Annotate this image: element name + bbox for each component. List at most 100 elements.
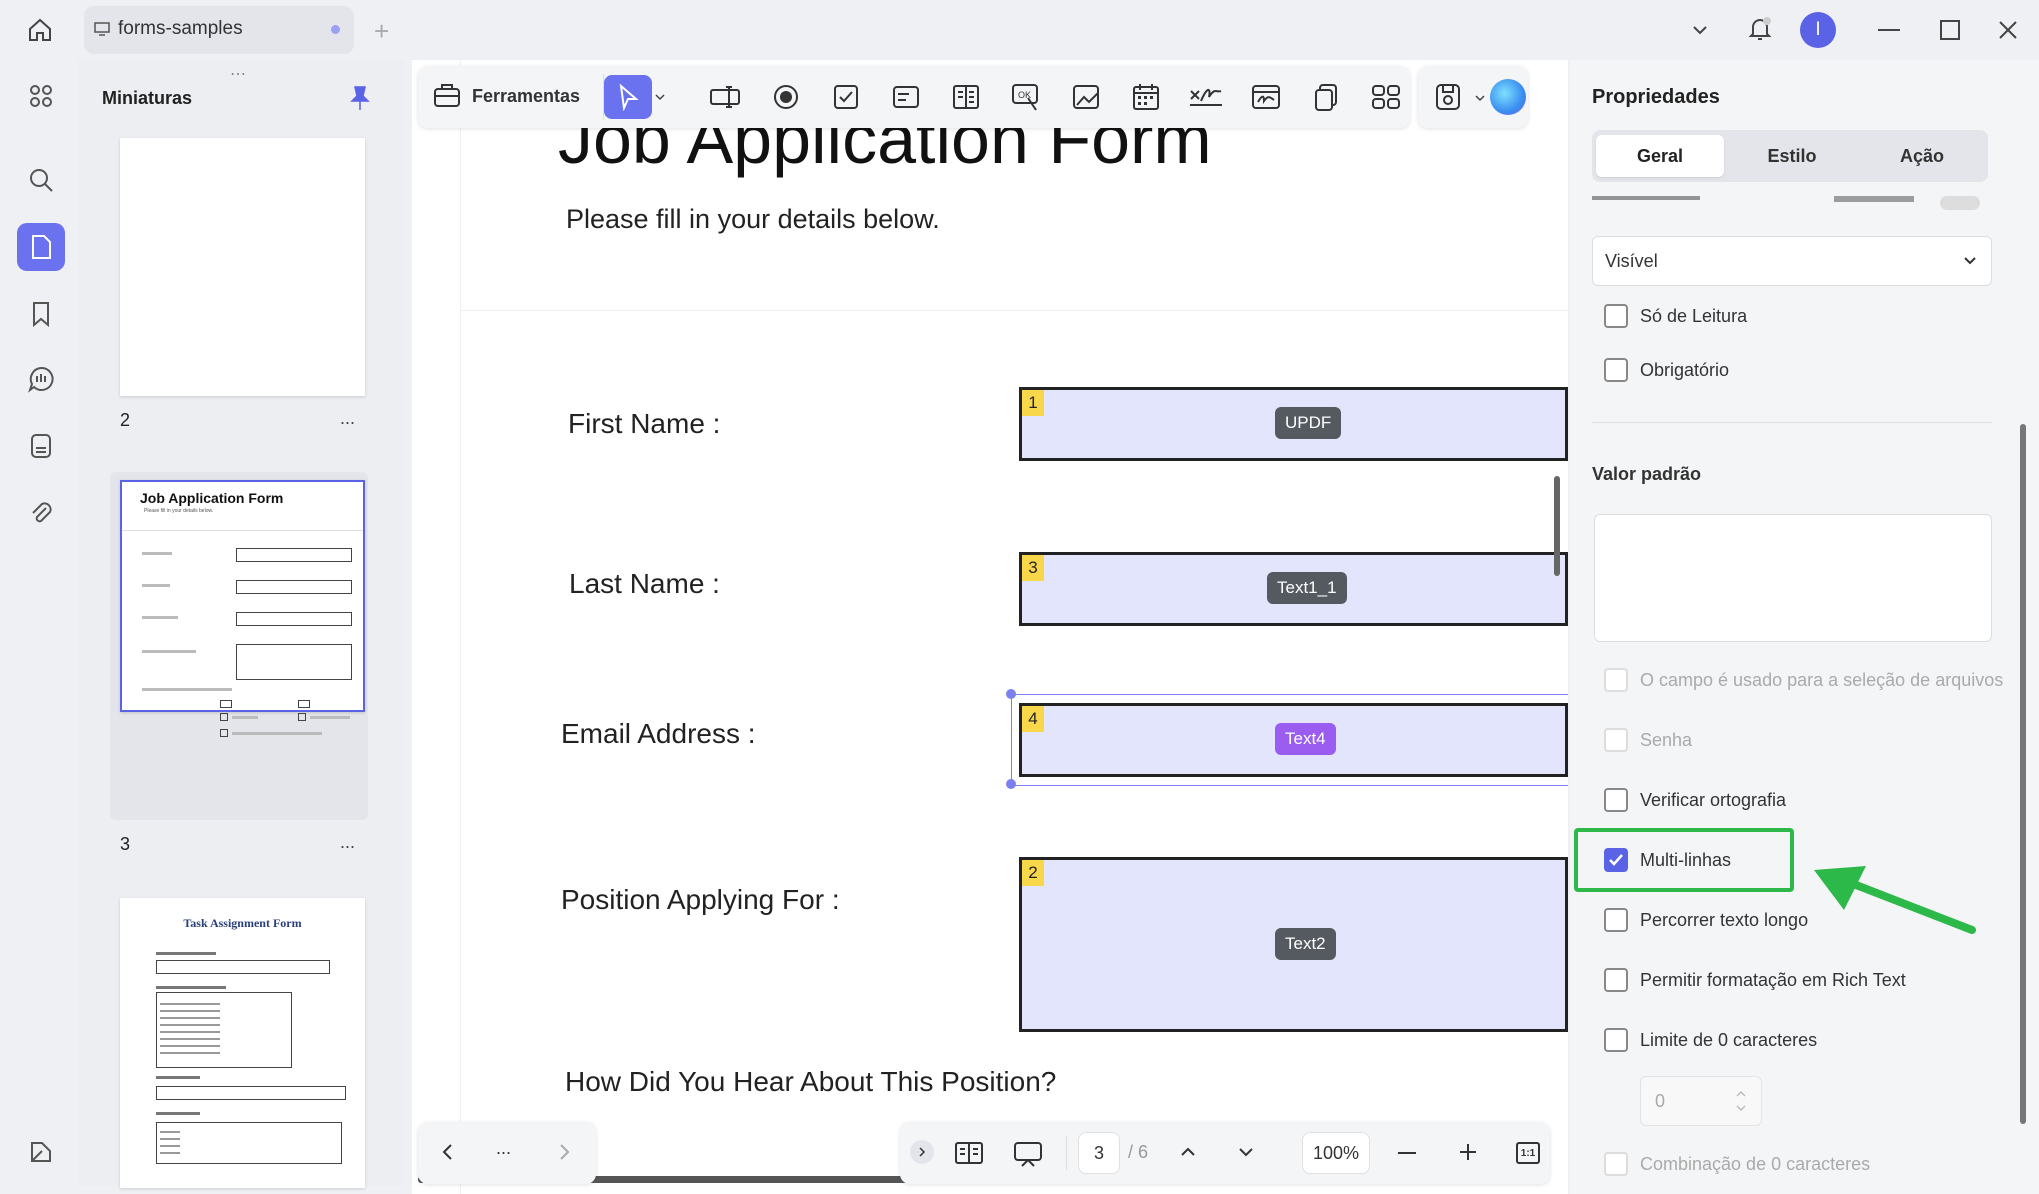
rich-text-label: Permitir formatação em Rich Text [1640, 970, 1906, 990]
thumbnail-page-2[interactable] [120, 138, 365, 396]
search-icon[interactable] [17, 156, 65, 204]
chevron-down-icon[interactable] [1236, 1142, 1256, 1162]
actual-size-icon[interactable]: 1:1 [1516, 1142, 1540, 1164]
text-field-email[interactable]: 4 Text4 [1019, 703, 1568, 777]
spell-check-checkbox[interactable] [1604, 788, 1628, 812]
bookmark-icon[interactable] [17, 290, 65, 338]
pin-icon[interactable] [348, 84, 372, 112]
tab-action[interactable]: Ação [1858, 135, 1986, 177]
copy-tool-icon[interactable] [1304, 75, 1348, 119]
selection-handle[interactable] [1006, 689, 1016, 699]
password-checkbox[interactable] [1604, 728, 1628, 752]
image-tool-icon[interactable] [1064, 75, 1108, 119]
rich-text-checkbox[interactable] [1604, 968, 1628, 992]
tab-style[interactable]: Estilo [1728, 135, 1856, 177]
date-tool-icon[interactable] [1124, 75, 1168, 119]
thumbnail-label: 2 [120, 410, 131, 430]
multiline-checkbox[interactable] [1604, 848, 1628, 872]
chevron-left-icon[interactable] [440, 1142, 454, 1162]
list-box-tool-icon[interactable] [944, 75, 988, 119]
stepper-arrows-icon[interactable] [1735, 1087, 1747, 1115]
document-scrollbar[interactable] [1554, 476, 1560, 576]
tools-label: Ferramentas [472, 86, 581, 106]
field-name-chip: Text4 [1275, 723, 1336, 755]
close-icon[interactable] [1996, 18, 2020, 42]
field-name-chip: Text2 [1275, 928, 1336, 960]
arrow-annotation-icon [1808, 862, 1980, 940]
thumbnails-icon[interactable] [17, 223, 65, 271]
unsaved-dot-icon [331, 25, 340, 34]
apps-grid-icon[interactable] [17, 72, 65, 120]
combo-box-tool-icon[interactable] [884, 75, 928, 119]
attachment-icon[interactable] [17, 488, 65, 536]
save-icon[interactable] [1434, 82, 1462, 112]
required-checkbox[interactable] [1604, 358, 1628, 382]
field-name-chip: UPDF [1275, 407, 1342, 439]
char-limit-value: 0 [1655, 1091, 1666, 1111]
comb-label: Combinação de 0 caracteres [1640, 1154, 1871, 1174]
thumbnail-page-4[interactable]: Task Assignment Form [120, 898, 365, 1188]
readonly-checkbox[interactable] [1604, 304, 1628, 328]
button-tool-icon[interactable]: OK [1004, 75, 1048, 119]
thumbnail-more-button[interactable]: ... [340, 832, 355, 853]
toggle-switch[interactable] [1940, 196, 1980, 210]
scroll-long-text-checkbox[interactable] [1604, 908, 1628, 932]
field-order-badge: 3 [1022, 555, 1044, 581]
document-subtitle: Please fill in your details below. [566, 204, 940, 234]
notification-bell-icon[interactable] [1744, 12, 1776, 46]
visibility-select[interactable]: Visível [1592, 236, 1992, 286]
comb-checkbox[interactable] [1604, 1152, 1628, 1176]
char-limit-stepper[interactable]: 0 [1640, 1076, 1762, 1126]
thumbnail-label: 3 [120, 834, 131, 854]
tab-general[interactable]: Geral [1596, 135, 1724, 177]
collapse-arrow-icon[interactable] [910, 1140, 934, 1164]
home-icon[interactable] [20, 12, 60, 48]
new-tab-icon[interactable]: + [374, 16, 389, 47]
default-value-textarea[interactable] [1594, 514, 1992, 642]
field-order-badge: 1 [1022, 390, 1044, 416]
chevron-down-icon [1963, 255, 1977, 267]
digital-signature-tool-icon[interactable] [1244, 75, 1288, 119]
page-layout-icon[interactable] [954, 1140, 984, 1166]
zoom-level[interactable]: 100% [1302, 1132, 1370, 1174]
zoom-out-icon[interactable] [1398, 1152, 1416, 1154]
form-toolbar: Ferramentas OK [418, 66, 1410, 128]
question-label: How Did You Hear About This Position? [565, 1066, 1057, 1097]
select-tool-icon[interactable] [604, 75, 652, 119]
readonly-label: Só de Leitura [1640, 306, 1748, 326]
char-limit-checkbox[interactable] [1604, 1028, 1628, 1052]
chevron-right-icon[interactable] [558, 1142, 572, 1162]
theme-toggle-icon[interactable] [17, 1128, 65, 1176]
chevron-down-icon[interactable] [1684, 14, 1716, 46]
page-number-input[interactable]: 3 [1078, 1132, 1120, 1174]
more-tools-grid-icon[interactable] [1364, 75, 1408, 119]
user-avatar[interactable]: I [1800, 12, 1836, 48]
text-field-tool-icon[interactable] [704, 75, 748, 119]
file-select-checkbox[interactable] [1604, 668, 1628, 692]
signature-tool-icon[interactable] [1184, 75, 1228, 119]
properties-scrollbar[interactable] [2020, 424, 2026, 1124]
pages-icon[interactable] [17, 422, 65, 470]
text-field-last-name[interactable]: 3 Text1_1 [1019, 552, 1568, 626]
toolbar-extra-group [1418, 66, 1528, 128]
zoom-in-icon[interactable] [1458, 1142, 1478, 1162]
chevron-up-icon[interactable] [1178, 1142, 1198, 1162]
presentation-icon[interactable] [1012, 1140, 1044, 1168]
radio-button-tool-icon[interactable] [764, 75, 808, 119]
thumbnail-more-button[interactable]: ... [340, 408, 355, 429]
more-options-button[interactable]: ... [496, 1138, 511, 1159]
clipped-row [1592, 196, 1772, 206]
comment-icon[interactable] [17, 355, 65, 403]
text-field-position[interactable]: 2 Text2 [1019, 857, 1568, 1032]
chevron-down-icon[interactable] [1474, 92, 1486, 104]
selection-handle[interactable] [1006, 779, 1016, 789]
tab-title: forms-samples [118, 18, 243, 39]
maximize-icon[interactable] [1940, 20, 1960, 40]
minimize-icon[interactable] [1878, 29, 1900, 31]
text-field-first-name[interactable]: 1 UPDF [1019, 387, 1568, 461]
thumbnail-page-3[interactable]: Job Application Form Please fill in your… [120, 480, 365, 712]
ai-assistant-icon[interactable] [1490, 79, 1526, 115]
chevron-down-icon[interactable] [650, 75, 670, 119]
checkbox-tool-icon[interactable] [824, 75, 868, 119]
panel-drag-handle[interactable]: ⋯ [230, 64, 248, 84]
